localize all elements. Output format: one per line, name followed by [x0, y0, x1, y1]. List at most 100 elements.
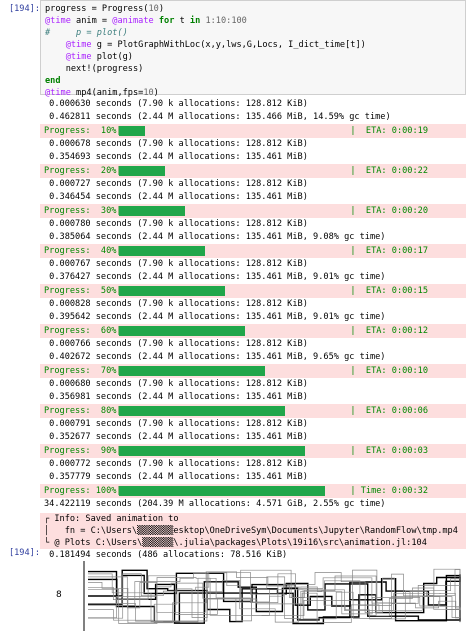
timing-line: 0.000678 seconds (7.90 k allocations: 12… [44, 139, 308, 149]
progress-label: Progress: 30%| [44, 206, 122, 216]
info-line: │ fn = C:\Users\▒▒▒▒▒▒▒esktop\OneDriveSy… [44, 526, 458, 536]
progress-bar [119, 326, 245, 336]
code-token: end [45, 76, 61, 86]
eta-label: | ETA: 0:00:12 [350, 326, 428, 336]
progress-line: Progress: 20%| | ETA: 0:00:22 [40, 164, 466, 178]
progress-bar [119, 206, 185, 216]
progress-label: Progress: 60%| [44, 326, 122, 336]
code-token: @time [65, 52, 92, 62]
progress-bar [119, 246, 205, 256]
progress-line: Progress: 90%| | ETA: 0:00:03 [40, 444, 466, 458]
progress-label: Progress: 70%| [44, 366, 122, 376]
progress-bar [119, 486, 325, 496]
code-line: @time g = PlotGraphWithLoc(x,y,lws,G,Loc… [45, 39, 461, 51]
progress-line: Progress: 70%| | ETA: 0:00:10 [40, 364, 466, 378]
input-prompt: [194]: [8, 4, 40, 14]
progress-line: Progress: 100%| | Time: 0:00:32 [40, 484, 466, 498]
timing-line: 0.352677 seconds (2.44 M allocations: 13… [44, 432, 308, 442]
progress-label: Progress: 20%| [44, 166, 122, 176]
eta-label: | ETA: 0:00:22 [350, 166, 428, 176]
y-tick-label: 8 [56, 590, 62, 600]
code-token: ) [158, 4, 165, 14]
eta-label: | Time: 0:00:32 [350, 486, 428, 496]
progress-line: Progress: 10%| | ETA: 0:00:19 [40, 124, 466, 138]
timing-line: 0.000680 seconds (7.90 k allocations: 12… [44, 379, 308, 389]
code-token: ) [153, 88, 159, 98]
plot-output: 8 [40, 561, 466, 631]
timing-line: 0.000780 seconds (7.90 k allocations: 12… [44, 219, 308, 229]
code-line: next!(progress) [45, 63, 461, 75]
code-token: # p = plot() [45, 28, 128, 38]
progress-bar [119, 406, 285, 416]
timing-line: 0.000766 seconds (7.90 k allocations: 12… [44, 339, 308, 349]
code-line: progress = Progress(10) [45, 3, 461, 15]
code-token: plot(g) [91, 52, 133, 62]
code-line: # p = plot() [45, 27, 461, 39]
progress-line: Progress: 30%| | ETA: 0:00:20 [40, 204, 466, 218]
progress-line: Progress: 60%| | ETA: 0:00:12 [40, 324, 466, 338]
timing-line: 0.462811 seconds (2.44 M allocations: 13… [44, 112, 391, 122]
timing-line: 0.000630 seconds (7.90 k allocations: 12… [44, 99, 308, 109]
code-token: 10 [148, 4, 159, 14]
timing-line: 0.000727 seconds (7.90 k allocations: 12… [44, 179, 308, 189]
timing-line: 0.357779 seconds (2.44 M allocations: 13… [44, 472, 308, 482]
code-token: @animate [112, 16, 154, 26]
code-token: 10 [143, 88, 154, 98]
timing-line: 0.000828 seconds (7.90 k allocations: 12… [44, 299, 308, 309]
progress-label: Progress: 10%| [44, 126, 122, 136]
eta-label: | ETA: 0:00:20 [350, 206, 428, 216]
timing-line: 0.395642 seconds (2.44 M allocations: 13… [44, 312, 386, 322]
timing-line: 0.346454 seconds (2.44 M allocations: 13… [44, 192, 308, 202]
timing-line: 0.356981 seconds (2.44 M allocations: 13… [44, 392, 308, 402]
timing-line: 0.000791 seconds (7.90 k allocations: 12… [44, 419, 308, 429]
info-line: ┌ Info: Saved animation to [44, 514, 179, 524]
progress-label: Progress: 80%| [44, 406, 122, 416]
code-token: progress = Progress( [45, 4, 149, 14]
info-line: └ @ Plots C:\Users\▒▒▒▒▒▒\.julia\package… [44, 538, 427, 548]
progress-bar [119, 126, 145, 136]
code-token: in [189, 16, 201, 26]
timing-line: 34.422119 seconds (204.39 M allocations:… [44, 499, 386, 509]
code-token: @time [45, 88, 71, 98]
output-prompt: [194]: [8, 548, 40, 558]
code-line: @time plot(g) [45, 51, 461, 63]
eta-label: | ETA: 0:00:17 [350, 246, 428, 256]
progress-line: Progress: 80%| | ETA: 0:00:06 [40, 404, 466, 418]
eta-label: | ETA: 0:00:19 [350, 126, 428, 136]
code-token: t [174, 16, 190, 26]
plot-canvas: 8 [56, 561, 461, 631]
info-message: ┌ Info: Saved animation to │ fn = C:\User… [40, 513, 466, 549]
progress-label: Progress: 40%| [44, 246, 122, 256]
code-token: anim = [70, 16, 113, 26]
eta-label: | ETA: 0:00:10 [350, 366, 428, 376]
code-token: @time [45, 16, 71, 26]
progress-label: Progress: 50%| [44, 286, 122, 296]
code-token: 1:10:100 [200, 16, 247, 26]
timing-line: 0.376427 seconds (2.44 M allocations: 13… [44, 272, 386, 282]
code-token: g = PlotGraphWithLoc(x,y,lws,G,Locs, I_d… [91, 40, 366, 50]
progress-bar [119, 366, 265, 376]
code-token: next!(progress) [45, 64, 144, 74]
timing-line: 0.385064 seconds (2.44 M allocations: 13… [44, 232, 386, 242]
progress-label: Progress: 100%| [44, 486, 122, 496]
eta-label: | ETA: 0:00:03 [350, 446, 428, 456]
eta-label: | ETA: 0:00:06 [350, 406, 428, 416]
code-line: end [45, 75, 461, 87]
timing-line: 0.354693 seconds (2.44 M allocations: 13… [44, 152, 308, 162]
code-line: @time anim = @animate for t in 1:10:100 [45, 15, 461, 27]
cell-output: 0.000630 seconds (7.90 k allocations: 12… [40, 98, 466, 562]
code-token: for [153, 16, 175, 26]
timing-line: 0.402672 seconds (2.44 M allocations: 13… [44, 352, 386, 362]
progress-bar [119, 286, 225, 296]
progress-bar [119, 446, 305, 456]
progress-line: Progress: 50%| | ETA: 0:00:15 [40, 284, 466, 298]
code-token: @time [65, 40, 92, 50]
code-cell[interactable]: progress = Progress(10) @time anim = @ani… [40, 0, 466, 98]
progress-line: Progress: 40%| | ETA: 0:00:17 [40, 244, 466, 258]
timing-line: 0.000772 seconds (7.90 k allocations: 12… [44, 459, 308, 469]
progress-bar [119, 166, 165, 176]
progress-label: Progress: 90%| [44, 446, 122, 456]
code-token: mp4(anim,fps= [70, 88, 144, 98]
